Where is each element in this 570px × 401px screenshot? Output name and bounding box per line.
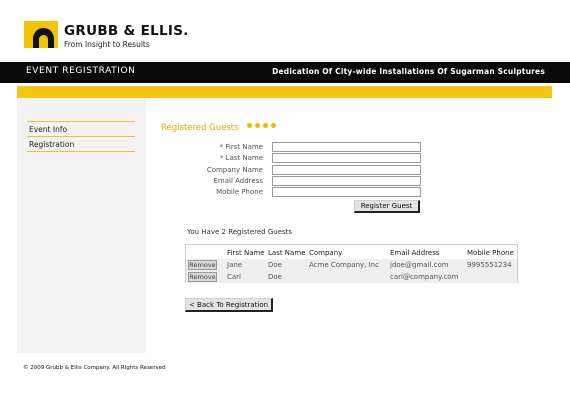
first-name-field[interactable]: [272, 142, 421, 152]
first-name-label: * First Name: [219, 143, 263, 151]
logo-tagline: From Insight to Results: [64, 40, 150, 49]
company-logo: GRUBB & ELLIS. From Insight to Results: [24, 21, 188, 51]
page-title: Registered Guests: [161, 123, 239, 133]
guests-table: First Name Last Name Company Email Addre…: [185, 244, 518, 283]
mobile-phone-label: Mobile Phone: [216, 188, 263, 196]
cell-email: jdoe@gmail.com: [390, 261, 449, 269]
copyright-text: © 2009 Grubb & Ellis Company. All Rights…: [23, 365, 166, 371]
cell-mobile-phone: 9995551234: [467, 261, 512, 269]
section-title: EVENT REGISTRATION: [26, 66, 136, 76]
sidebar: Event Info Registration: [17, 98, 146, 353]
mobile-phone-field[interactable]: [272, 187, 421, 197]
dot-icon: [255, 123, 260, 128]
company-name-label: Company Name: [206, 166, 263, 174]
guest-count: You Have 2 Registered Guests: [187, 228, 293, 236]
column-header-first-name: First Name: [227, 249, 265, 257]
register-guest-button[interactable]: Register Guest: [354, 200, 420, 213]
cell-email: carl@company.com: [390, 273, 459, 281]
dot-icon: [263, 123, 268, 128]
logo-arch-icon: [24, 21, 58, 48]
event-title: Dedication Of City-wide Installations Of…: [272, 67, 545, 76]
cell-last-name: Doe: [268, 273, 282, 281]
title-bar: EVENT REGISTRATION Dedication Of City-wi…: [0, 62, 570, 83]
table-row: Remove Jane Doe Acme Company, Inc jdoe@g…: [186, 259, 517, 271]
logo-name: GRUBB & ELLIS.: [64, 23, 189, 39]
sidebar-item-registration[interactable]: Registration: [27, 136, 135, 152]
email-address-field[interactable]: [272, 176, 421, 186]
dot-icon: [271, 123, 276, 128]
progress-dots: [247, 123, 279, 131]
column-header-email: Email Address: [390, 249, 440, 257]
sidebar-item-event-info[interactable]: Event Info: [27, 121, 135, 136]
column-header-company: Company: [309, 249, 343, 257]
column-header-last-name: Last Name: [268, 249, 306, 257]
cell-first-name: Carl: [227, 273, 241, 281]
last-name-field[interactable]: [272, 153, 421, 163]
company-name-field[interactable]: [272, 165, 421, 175]
remove-guest-button[interactable]: Remove: [188, 272, 217, 282]
dot-icon: [247, 123, 252, 128]
cell-last-name: Doe: [268, 261, 282, 269]
yellow-band: [17, 86, 552, 98]
remove-guest-button[interactable]: Remove: [188, 260, 217, 270]
table-row: Remove Carl Doe carl@company.com: [186, 271, 517, 283]
cell-first-name: Jane: [227, 261, 243, 269]
column-header-mobile-phone: Mobile Phone: [467, 249, 514, 257]
email-address-label: Email Address: [213, 177, 263, 185]
cell-company: Acme Company, Inc: [309, 261, 379, 269]
last-name-label: * Last Name: [219, 154, 263, 162]
back-to-registration-button[interactable]: < Back To Registration: [185, 298, 273, 312]
